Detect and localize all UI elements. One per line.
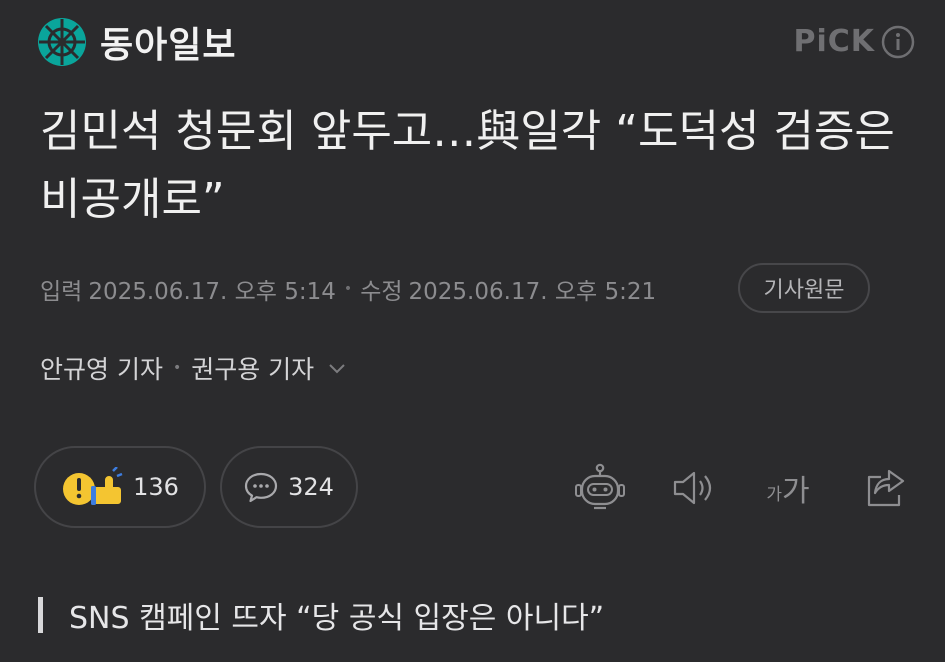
font-size-big-label: 가 [782, 474, 810, 509]
comment-button[interactable]: 324 [220, 446, 358, 528]
quote-bar [38, 597, 43, 633]
font-size-small-label: 가 [766, 484, 783, 505]
text-to-speech-button[interactable] [666, 460, 722, 516]
dong-a-logo-icon [38, 18, 86, 66]
subheading-text: SNS 캠페인 뜨자 “당 공식 입장은 아니다” [69, 601, 605, 636]
input-time: 2025.06.17. 오후 5:14 [88, 279, 336, 305]
chevron-down-icon[interactable] [326, 357, 348, 379]
article-meta: 입력 2025.06.17. 오후 5:14 • 수정 2025.06.17. … [40, 264, 656, 314]
robot-summary-icon [575, 463, 625, 510]
pick-label: PiCK [793, 24, 875, 59]
author-name[interactable]: 권구용 기자 [191, 350, 314, 386]
brand-logo[interactable]: 동아일보 [36, 16, 236, 68]
comment-count: 324 [288, 473, 334, 501]
input-label: 입력 [40, 279, 83, 305]
article-title: 김민석 청문회 앞두고…與일각 “도덕성 검증은 비공개로” [40, 106, 895, 225]
font-size-button[interactable]: 가 가 [760, 460, 816, 516]
pick-badge[interactable]: PiCK [793, 24, 915, 59]
share-icon [867, 469, 905, 507]
meta-separator: • [343, 281, 353, 297]
summary-bot-button[interactable] [572, 460, 628, 516]
article-subheading: SNS 캠페인 뜨자 “당 공식 입장은 아니다” [38, 592, 604, 638]
share-button[interactable] [858, 460, 914, 516]
app-header: 동아일보 PiCK [36, 14, 915, 72]
original-article-button[interactable]: 기사원문 [738, 263, 870, 313]
info-icon[interactable] [881, 25, 915, 59]
reaction-count: 136 [133, 473, 179, 501]
comment-icon [244, 472, 278, 503]
edit-label: 수정 [360, 279, 403, 305]
author-separator: • [172, 360, 182, 376]
speaker-icon [673, 471, 712, 505]
reaction-emoji-icon [63, 467, 123, 505]
author-line[interactable]: 안규영 기자 • 권구용 기자 [40, 346, 348, 390]
author-name[interactable]: 안규영 기자 [40, 350, 163, 386]
reaction-button[interactable]: 136 [34, 446, 206, 528]
brand-name: 동아일보 [100, 25, 237, 66]
edit-time: 2025.06.17. 오후 5:21 [408, 279, 657, 305]
